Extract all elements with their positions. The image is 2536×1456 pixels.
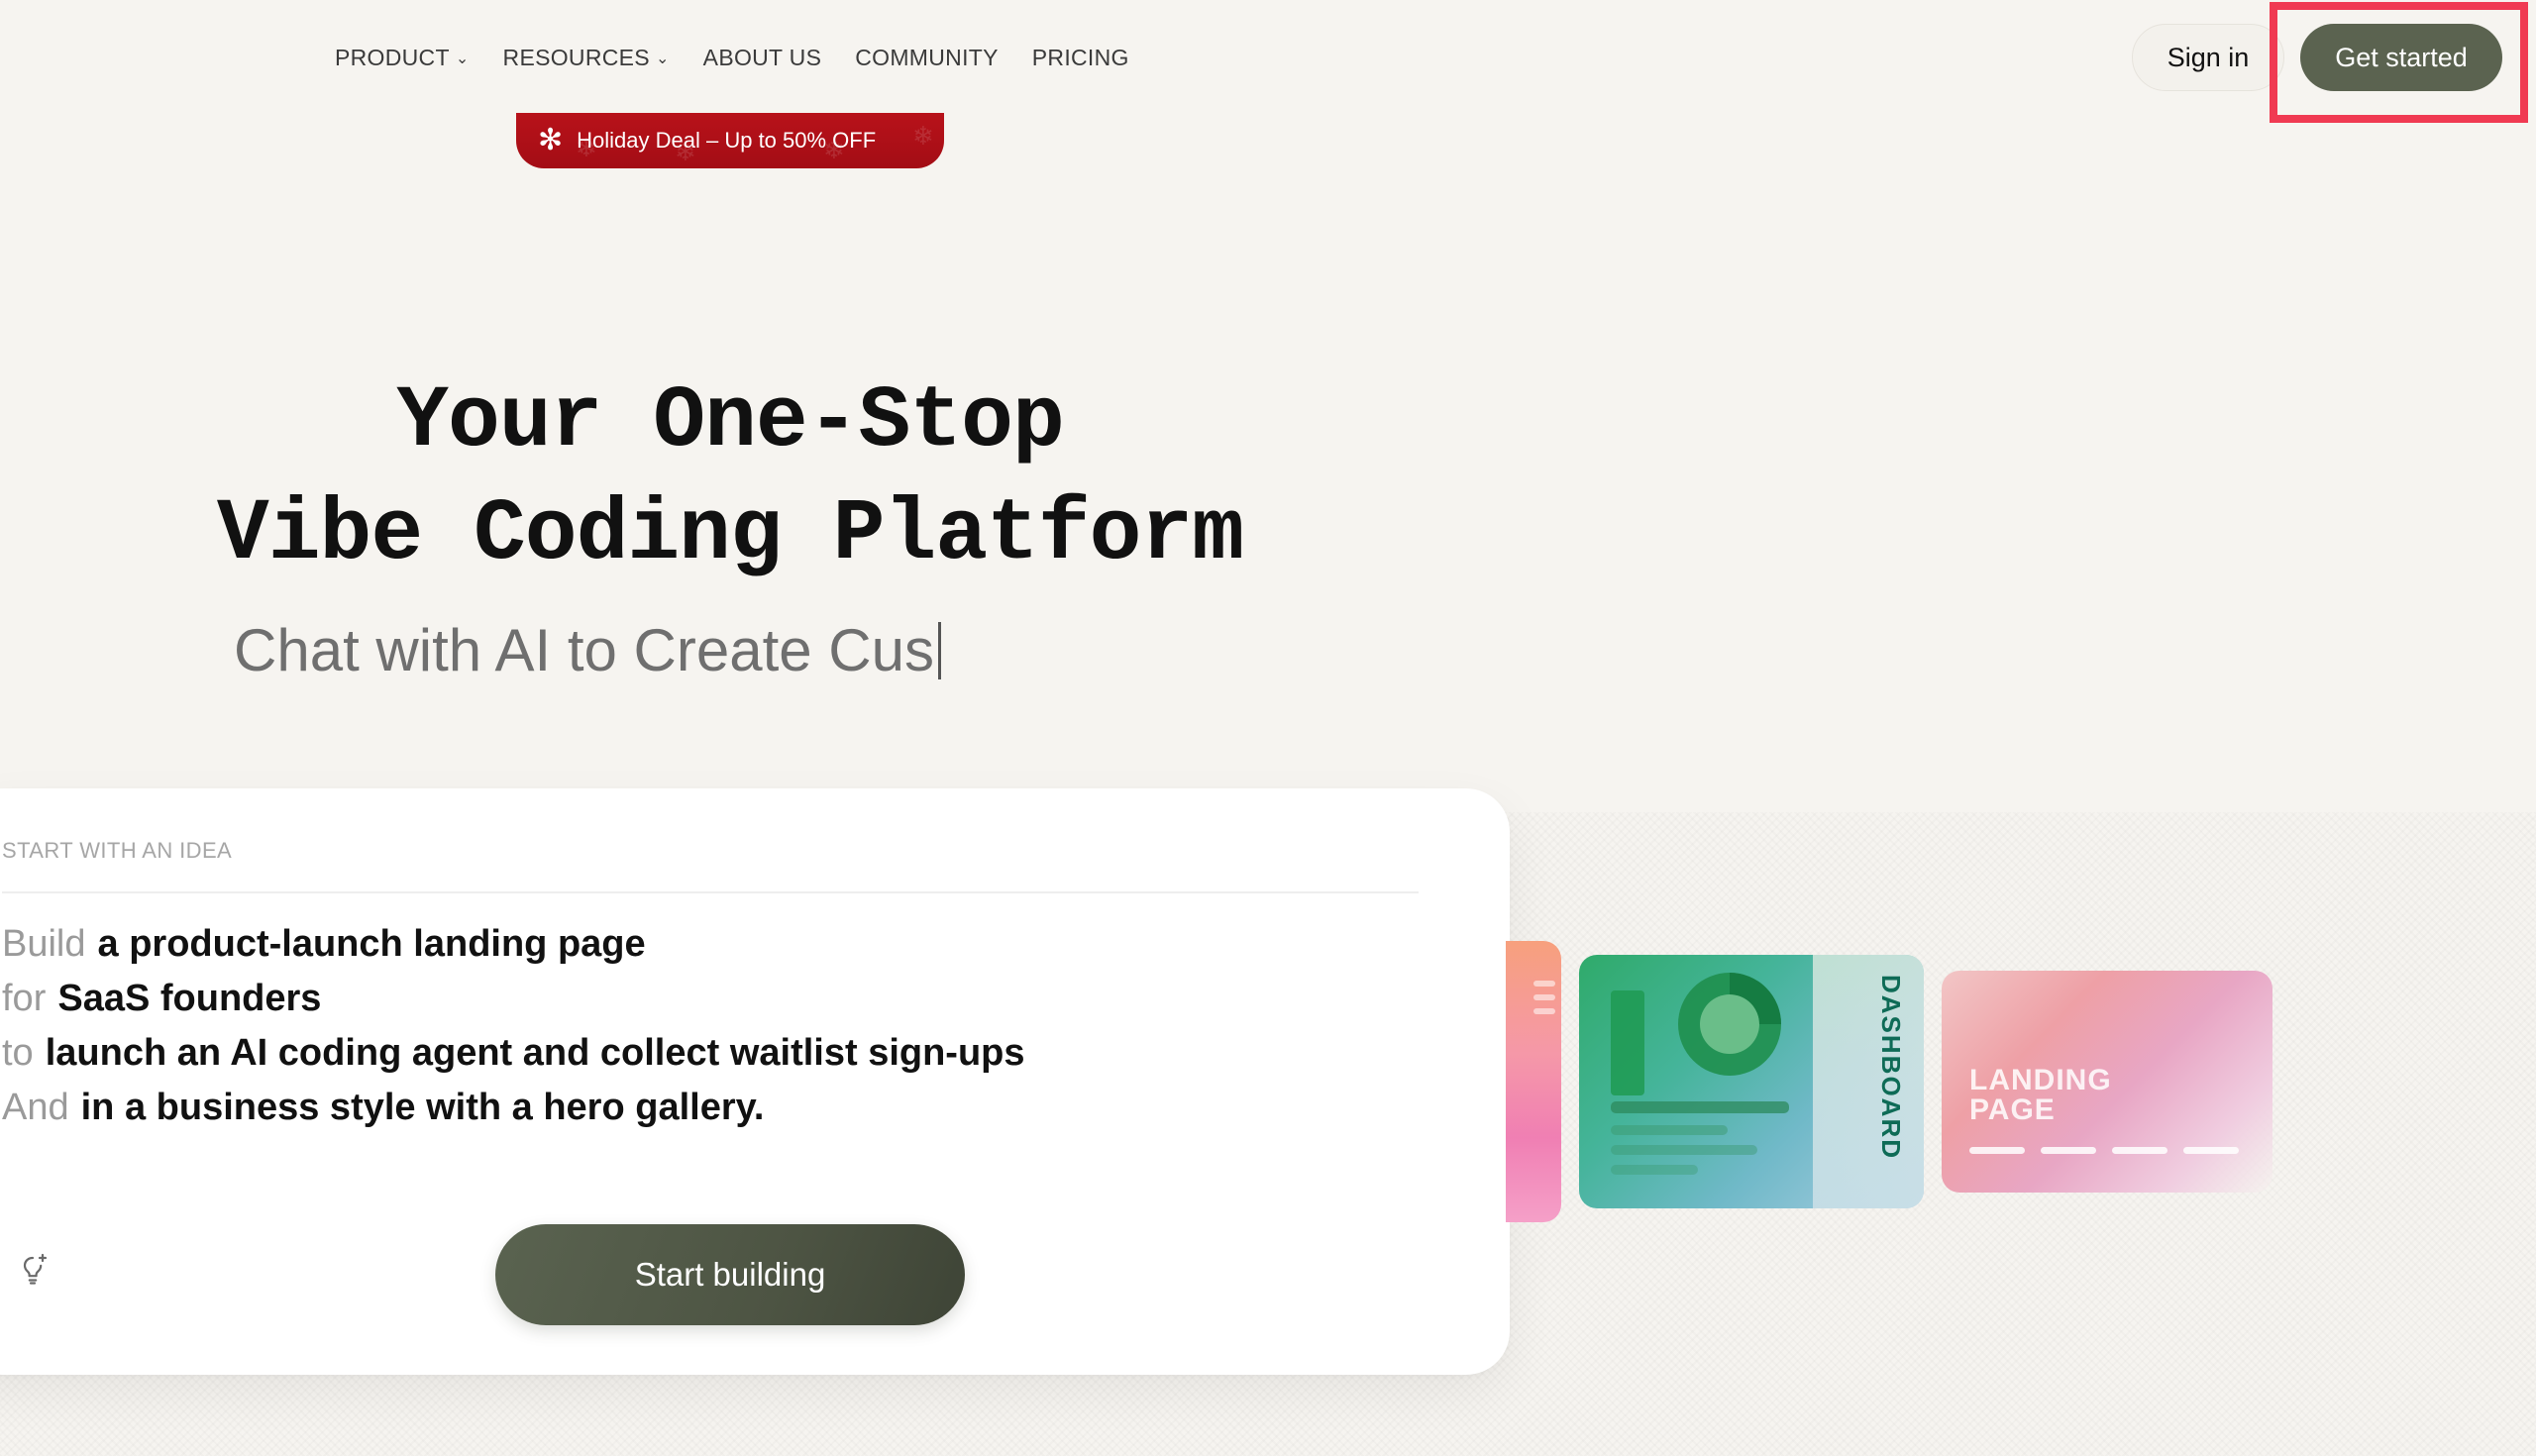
holiday-deal-banner[interactable]: ❄ ❄ ❄ ❄ ✻ Holiday Deal – Up to 50% OFF (516, 113, 944, 168)
idea-line-build: Build a product-launch landing page (2, 917, 1025, 972)
hero-title-line-1: Your One-Stop (396, 373, 1065, 471)
idea-prompt: Build a product-launch landing page for Sa… (2, 917, 1025, 1135)
hero-subtitle: Chat with AI to Create Cus (234, 616, 941, 684)
snowflake-decoration-icon: ❄ (823, 135, 845, 164)
typing-caret (938, 621, 941, 679)
sign-in-button[interactable]: Sign in (2132, 24, 2284, 91)
dashboard-card-strip (1813, 955, 1924, 1208)
snowflake-decoration-icon: ❄ (912, 121, 934, 151)
snowflake-decoration-icon: ❄ (675, 137, 696, 166)
snowflake-icon: ✻ (538, 124, 564, 156)
idea-keyword: And (2, 1087, 69, 1128)
gallery-card-partial[interactable] (1506, 941, 1561, 1222)
chevron-down-icon: ⌄ (655, 51, 670, 67)
start-building-button[interactable]: Start building (495, 1224, 965, 1325)
hero-subtitle-typed-text: Chat with AI to Create Cus (234, 617, 934, 683)
landing-page-card-decoration (1969, 1147, 2239, 1154)
nav-item-resources[interactable]: RESOURCES ⌄ (503, 45, 670, 71)
nav-item-community[interactable]: COMMUNITY (855, 45, 999, 71)
idea-card-divider (2, 891, 1419, 893)
idea-card-label: START WITH AN IDEA (2, 838, 233, 863)
idea-keyword: Build (2, 923, 86, 965)
nav-item-pricing[interactable]: PRICING (1032, 45, 1129, 71)
idea-card: START WITH AN IDEA Build a product-launch… (0, 788, 1510, 1375)
card-decoration (1533, 981, 1555, 1022)
snowflake-decoration-icon: ❄ (576, 133, 597, 162)
nav-item-label: PRICING (1031, 44, 1129, 70)
idea-line-to: to launch an AI coding agent and collect … (2, 1026, 1025, 1081)
main-nav: PRODUCT ⌄ RESOURCES ⌄ ABOUT US COMMUNITY… (335, 36, 1129, 79)
get-started-button[interactable]: Get started (2300, 24, 2502, 91)
idea-keyword: to (2, 1032, 34, 1074)
gallery-card-dashboard[interactable]: DASHBOARD (1579, 955, 1924, 1208)
nav-item-about-us[interactable]: ABOUT US (703, 45, 822, 71)
dashboard-card-label: DASHBOARD (1876, 975, 1906, 1160)
idea-value-field[interactable]: SaaS founders (57, 978, 321, 1019)
lightbulb-sparkle-icon[interactable] (16, 1252, 52, 1288)
hero-title-line-2: Vibe Coding Platform (216, 486, 1244, 584)
nav-item-label: RESOURCES (502, 44, 650, 70)
gallery-card-landing-page[interactable]: LANDING PAGE (1942, 971, 2272, 1193)
idea-keyword: for (2, 978, 47, 1019)
idea-line-and: And in a business style with a hero galle… (2, 1081, 1025, 1135)
nav-item-label: PRODUCT (335, 44, 450, 70)
idea-value-field[interactable]: in a business style with a hero gallery. (81, 1087, 765, 1128)
nav-item-product[interactable]: PRODUCT ⌄ (335, 45, 470, 71)
idea-value-field[interactable]: launch an AI coding agent and collect wa… (46, 1032, 1025, 1074)
landing-page-card-label: LANDING PAGE (1969, 1064, 2112, 1126)
idea-line-for: for SaaS founders (2, 972, 1025, 1026)
nav-item-label: ABOUT US (702, 44, 822, 70)
nav-item-label: COMMUNITY (855, 44, 999, 70)
chevron-down-icon: ⌄ (455, 51, 470, 67)
hero-title: Your One-Stop Vibe Coding Platform (0, 366, 1460, 592)
idea-value-field[interactable]: a product-launch landing page (98, 923, 646, 965)
